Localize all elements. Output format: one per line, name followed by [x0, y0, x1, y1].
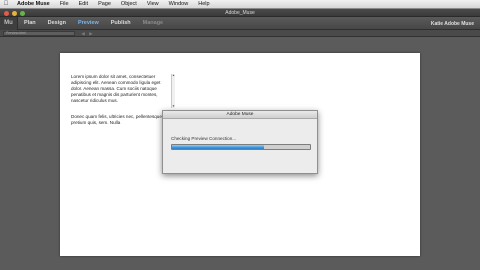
scrolling-text-frame[interactable]: Lorem ipsum dolor sit amet, consectetuer…: [71, 74, 175, 108]
scroll-down-icon[interactable]: ▼: [172, 105, 175, 108]
dialog-message: Checking Preview Connection...: [171, 136, 237, 141]
preview-subbar: Preview.html ◀ ▶: [0, 30, 480, 37]
preview-url-field[interactable]: Preview.html: [3, 31, 75, 36]
menu-edit[interactable]: Edit: [74, 1, 93, 7]
mode-preview[interactable]: Preview: [72, 20, 105, 26]
mode-manage[interactable]: Manage: [137, 20, 169, 26]
app-toolbar: Mu Plan Design Preview Publish Manage Ka…: [0, 16, 480, 30]
menu-object[interactable]: Object: [116, 1, 142, 7]
menu-window[interactable]: Window: [164, 1, 194, 7]
window-titlebar: Adobe_Muse: [0, 9, 480, 17]
lorem-paragraph-1: Lorem ipsum dolor sit amet, consectetuer…: [71, 74, 161, 103]
progress-dialog: Adobe Muse Checking Preview Connection..…: [162, 110, 318, 174]
scroll-up-icon[interactable]: ▲: [172, 74, 175, 77]
user-account-link[interactable]: Katie Adobe Muse: [431, 21, 474, 27]
menu-file[interactable]: File: [55, 1, 74, 7]
menu-view[interactable]: View: [142, 1, 164, 7]
menu-help[interactable]: Help: [193, 1, 214, 7]
lorem-paragraph-2: Donec quam felis, ultricies nec, pellent…: [71, 114, 170, 125]
window-title: Adobe_Muse: [225, 10, 255, 16]
text-frame-scrollbar[interactable]: ▲ ▼: [171, 74, 175, 108]
mode-plan[interactable]: Plan: [18, 20, 42, 26]
back-arrow-icon[interactable]: ◀: [80, 31, 86, 36]
apple-icon[interactable]: : [0, 1, 12, 7]
mode-publish[interactable]: Publish: [105, 20, 137, 26]
progress-bar: [171, 144, 311, 150]
menu-app[interactable]: Adobe Muse: [12, 1, 55, 7]
muse-logo: Mu: [0, 16, 18, 30]
progress-bar-fill: [172, 145, 265, 149]
mode-design[interactable]: Design: [42, 20, 72, 26]
menu-bar:  Adobe Muse File Edit Page Object View …: [0, 0, 480, 9]
forward-arrow-icon[interactable]: ▶: [88, 31, 94, 36]
menu-page[interactable]: Page: [93, 1, 116, 7]
dialog-title: Adobe Muse: [163, 111, 317, 119]
